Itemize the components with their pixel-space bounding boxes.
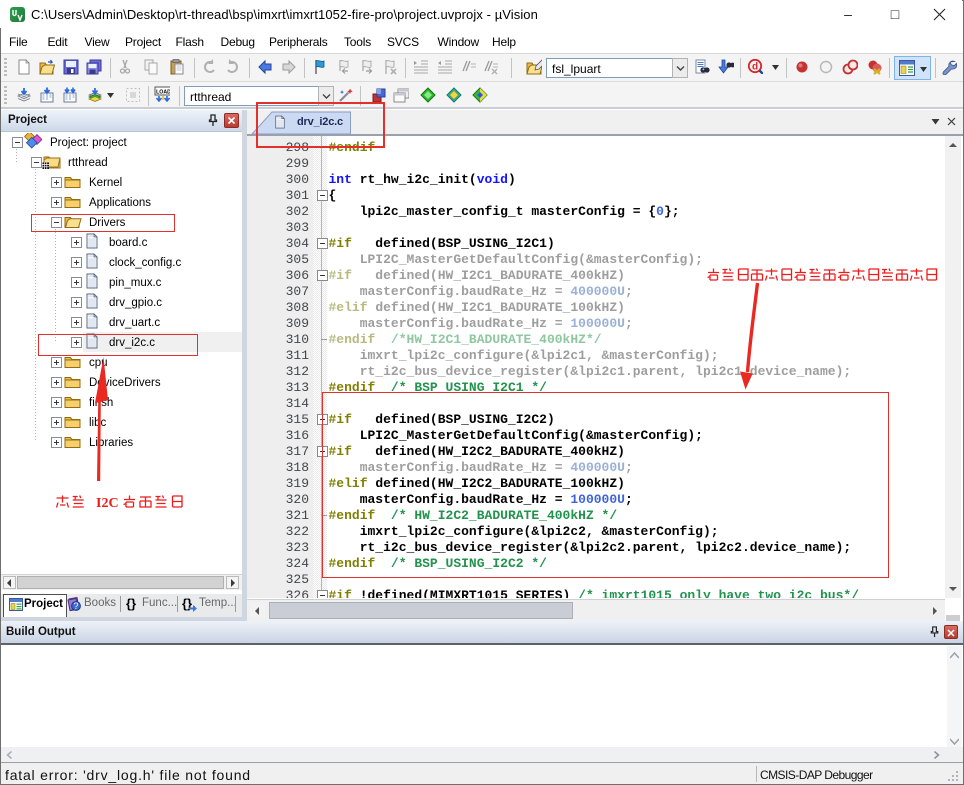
svg-text:LOAD: LOAD — [156, 90, 170, 96]
svg-text:d: d — [752, 62, 758, 73]
svg-text:?: ? — [73, 601, 78, 611]
svg-text:I2C: I2C — [96, 496, 119, 510]
